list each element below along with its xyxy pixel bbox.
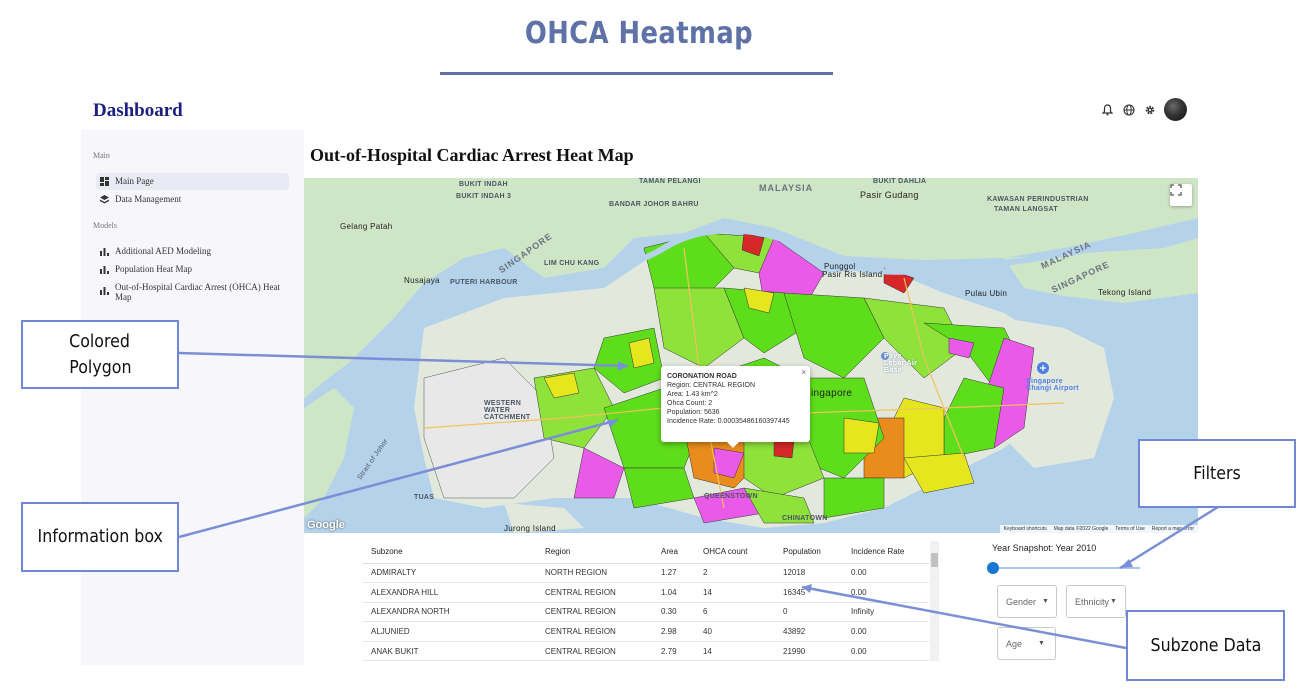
callout-text: Information box bbox=[37, 526, 163, 547]
callout-colored-polygon: Colored Polygon bbox=[21, 320, 179, 389]
annotation-arrows bbox=[178, 351, 1219, 650]
callout-text: Subzone Data bbox=[1150, 634, 1261, 656]
callout-text: Polygon bbox=[68, 356, 132, 378]
callout-text: Colored bbox=[69, 330, 131, 352]
callout-text: Filters bbox=[1193, 462, 1241, 484]
callout-subzone-data: Subzone Data bbox=[1126, 610, 1285, 681]
callout-filters: Filters bbox=[1138, 439, 1296, 508]
callout-information-box: Information box bbox=[21, 502, 179, 572]
